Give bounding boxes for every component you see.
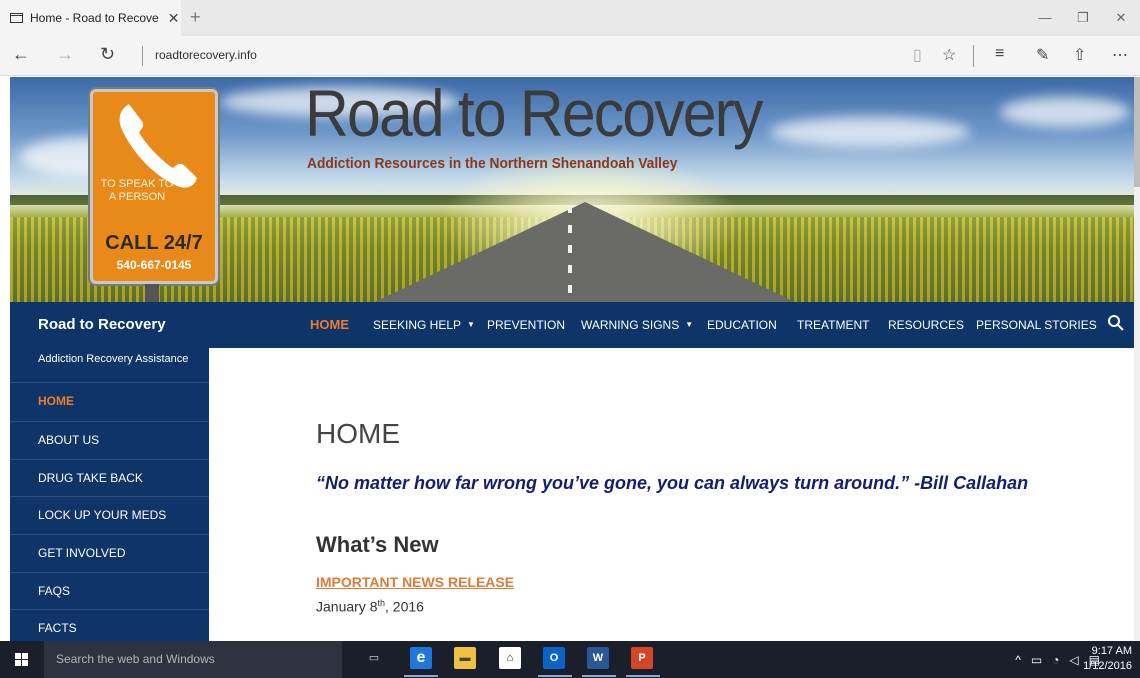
back-arrow-icon[interactable]: ← [12,44,30,65]
news-date: January 8th, 2016 [316,598,424,615]
show-hidden-icons-icon[interactable]: ^ [1015,653,1021,667]
sign-speak-text: TO SPEAK TO A PERSON [100,178,174,203]
caret-down-icon: ▼ [467,320,475,329]
file-explorer-icon[interactable]: ▬ [454,647,476,669]
minimize-icon[interactable]: — [1026,0,1064,36]
nav-item-prevention[interactable]: PREVENTION [487,318,565,332]
reading-view-icon[interactable]: ▯ [913,45,922,65]
page-title: HOME [316,418,400,449]
clock[interactable]: 9:17 AM 1/12/2016 [1083,644,1132,674]
site-tagline: Addiction Resources in the Northern Shen… [307,155,678,172]
sign-phone-number[interactable]: 540-667-0145 [93,258,215,272]
sign-post [145,284,159,302]
nav-item-personal-stories[interactable]: PERSONAL STORIES [976,318,1097,332]
word-icon[interactable]: W [587,647,609,669]
task-view-icon[interactable]: ▭ [363,647,385,669]
tab-close-icon[interactable]: ✕ [168,10,180,27]
nav-item-warning-signs[interactable]: WARNING SIGNS ▼ [581,318,693,332]
nav-item-seeking-help[interactable]: SEEKING HELP ▼ [373,318,475,332]
nav-item-resources[interactable]: RESOURCES [888,318,964,332]
share-icon[interactable]: ⇧ [1073,45,1086,65]
news-release-link[interactable]: IMPORTANT NEWS RELEASE [316,574,514,590]
refresh-icon[interactable]: ↻ [100,44,115,65]
call-sign: TO SPEAK TO A PERSON CALL 24/7 540-667-0… [90,89,218,284]
powerpoint-icon[interactable]: P [631,647,653,669]
sidebar-item-lock-up-your-meds[interactable]: LOCK UP YOUR MEDS [10,496,209,533]
url-field[interactable]: roadtorecovery.info [155,48,257,62]
sidebar-item-home[interactable]: HOME [10,382,209,419]
featured-quote: “No matter how far wrong you’ve gone, yo… [316,473,1029,493]
sidebar-item-get-involved[interactable]: GET INVOLVED [10,534,209,571]
url-separator [142,46,143,66]
scroll-thumb[interactable] [1134,77,1140,187]
tab-bar: Home - Road to Recove ✕ + — ❐ ✕ [0,0,1140,36]
sidebar-subtitle: Addiction Recovery Assistance [38,353,189,365]
wifi-icon[interactable]: ◔ [1052,653,1059,667]
hub-icon[interactable]: ≡ [995,45,1004,63]
new-tab-button[interactable]: + [190,7,201,28]
sidebar-item-about-us[interactable]: ABOUT US [10,421,209,458]
tab-title: Home - Road to Recove [30,11,159,25]
sidebar: Addiction Recovery Assistance HOME ABOUT… [10,348,209,641]
nav-item-education[interactable]: EDUCATION [707,318,777,332]
whats-new-heading: What’s New [316,532,439,557]
windows-start-icon[interactable] [0,641,44,678]
caret-down-icon: ▼ [685,320,694,329]
site-title[interactable]: Road to Recovery [305,77,763,151]
sign-call-text: CALL 24/7 [105,232,203,254]
forward-arrow-icon[interactable]: → [56,44,74,65]
nav-item-home[interactable]: HOME [310,317,349,332]
header-banner: Road to Recovery Addiction Resources in … [10,77,1134,302]
primary-nav: Road to Recovery HOME SEEKING HELP ▼ PREV… [10,302,1134,348]
taskbar: Search the web and Windows ▭ e ▬ ⌂ O W P… [0,641,1140,678]
more-icon[interactable]: ⋯ [1112,45,1128,65]
store-icon[interactable]: ⌂ [499,647,521,669]
scrollbar[interactable] [1134,77,1140,641]
outlook-icon[interactable]: O [543,647,565,669]
sidebar-item-faqs[interactable]: FAQS [10,572,209,609]
restore-icon[interactable]: ❐ [1064,0,1102,36]
road-image [375,202,795,302]
window-close-icon[interactable]: ✕ [1102,0,1140,36]
nav-item-treatment[interactable]: TREATMENT [797,318,869,332]
favorite-star-icon[interactable]: ☆ [942,45,956,65]
volume-icon[interactable]: ◁ [1069,653,1078,667]
edge-browser-icon[interactable]: e [410,647,432,669]
toolbar-separator [973,45,974,67]
address-bar: ← → ↻ roadtorecovery.info ▯ ☆ ≡ ✎ ⇧ ⋯ [0,36,1140,76]
browser-tab[interactable]: Home - Road to Recove ✕ [0,0,181,36]
clock-time: 9:17 AM [1091,645,1132,657]
search-icon[interactable] [1106,313,1126,333]
page-icon [10,13,23,23]
sidebar-item-drug-take-back[interactable]: DRUG TAKE BACK [10,459,209,496]
web-note-icon[interactable]: ✎ [1036,45,1049,65]
clock-date: 1/12/2016 [1083,660,1132,672]
sidebar-item-facts[interactable]: FACTS [10,609,209,641]
nav-brand[interactable]: Road to Recovery [38,316,166,333]
page-viewport: Road to Recovery Addiction Resources in … [0,77,1140,641]
taskbar-search-input[interactable]: Search the web and Windows [44,641,342,678]
battery-icon[interactable]: ▭ [1031,653,1042,667]
